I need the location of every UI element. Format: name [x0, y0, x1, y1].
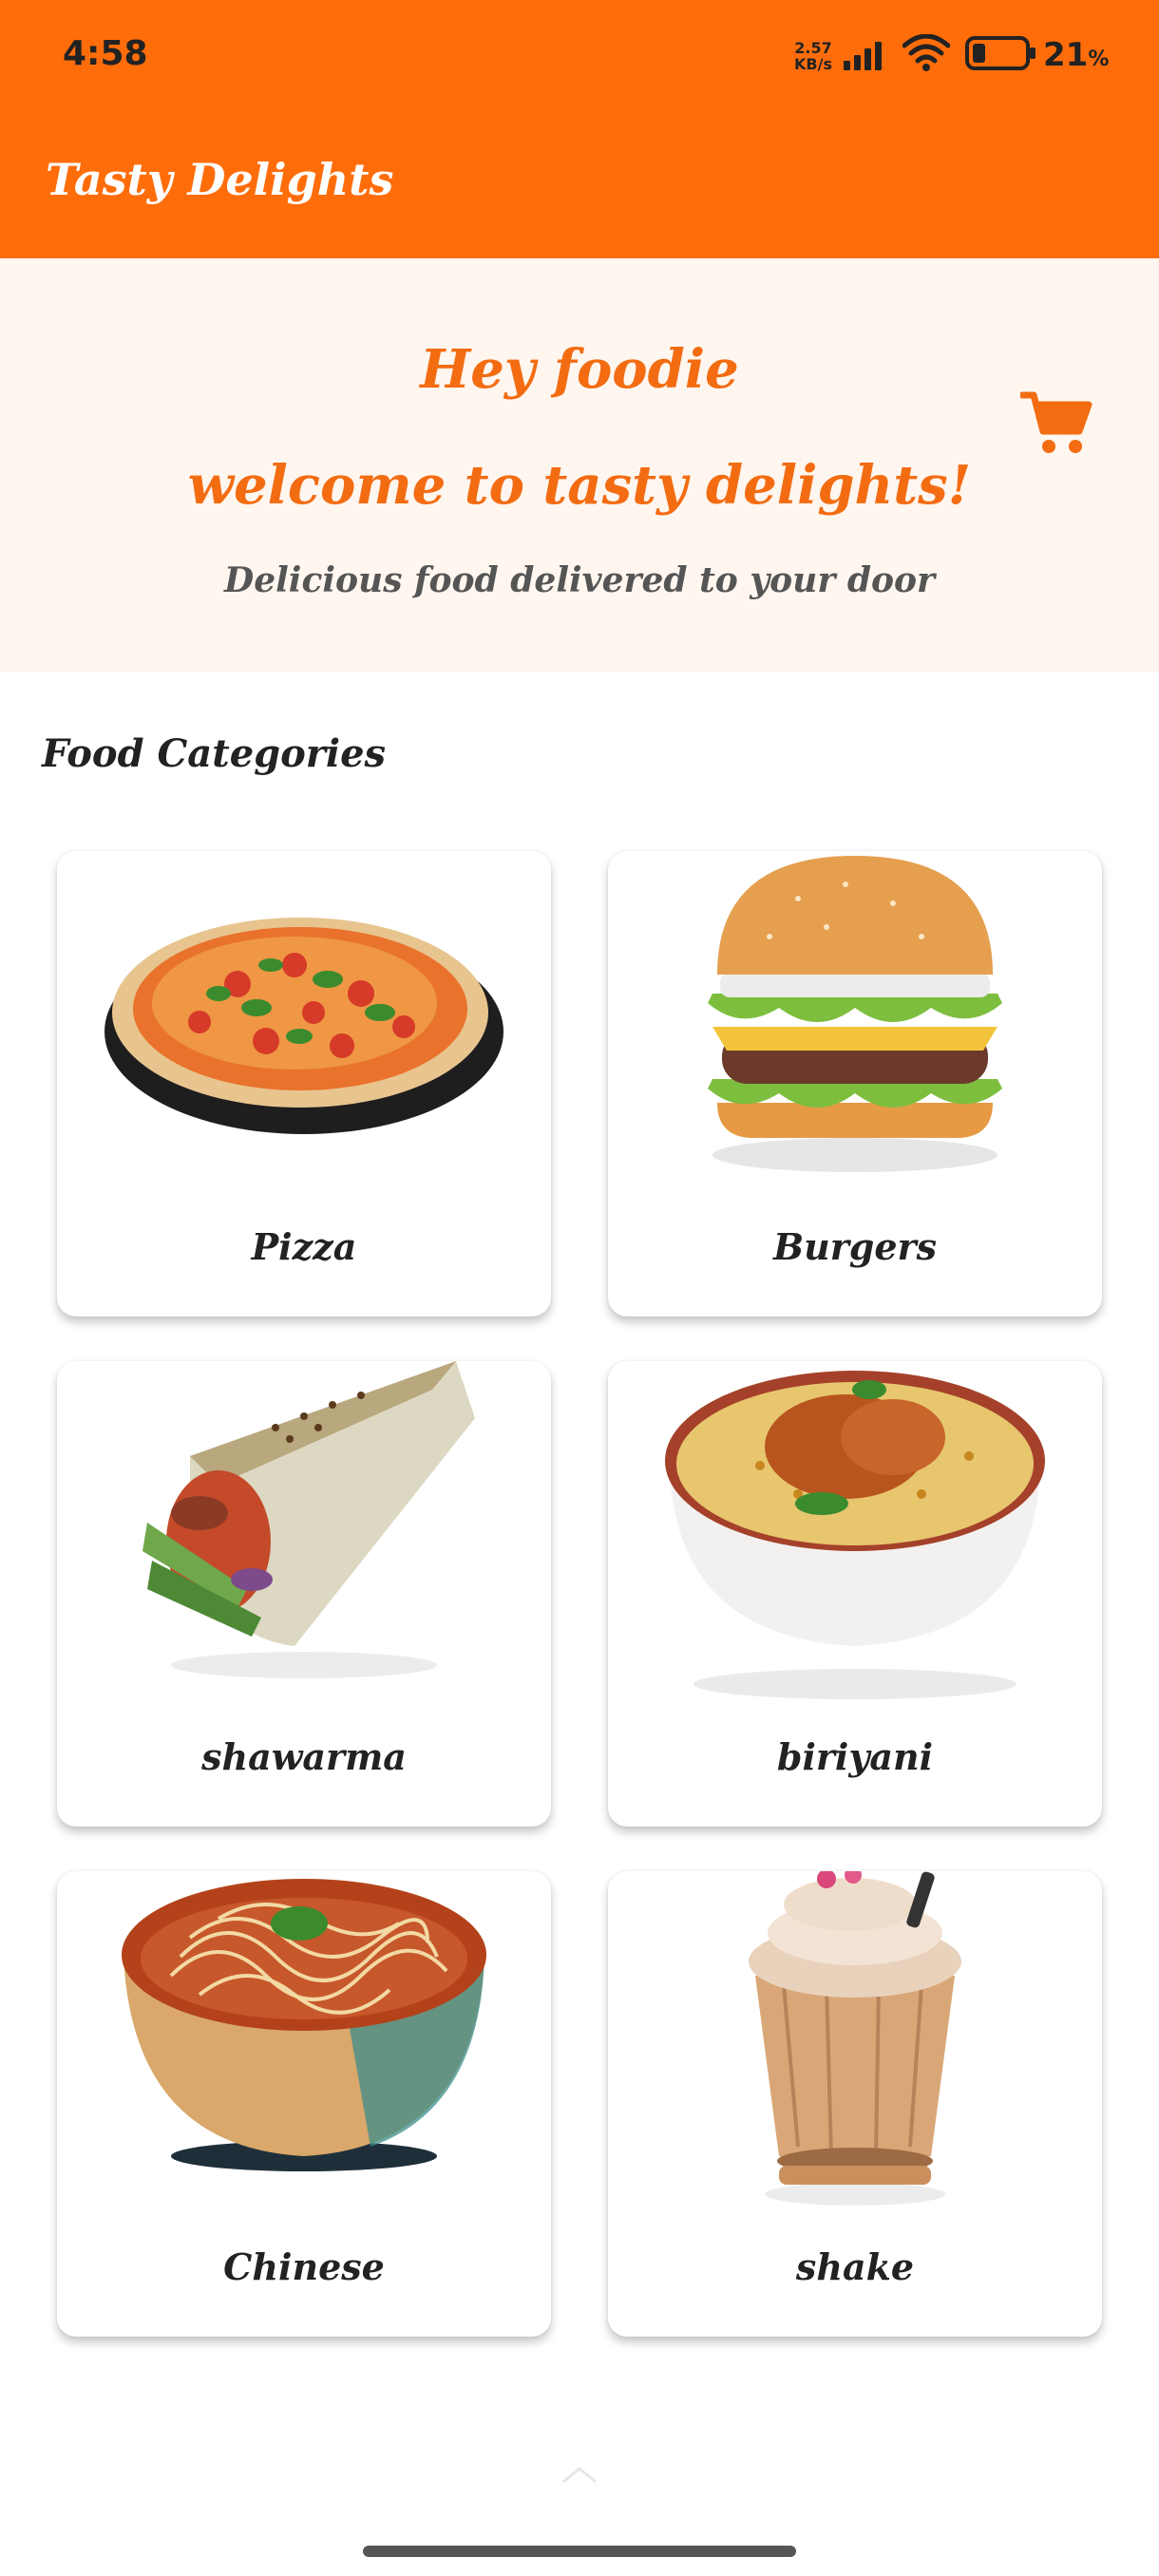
- network-speed-unit: KB/s: [794, 55, 832, 73]
- burger-image: [708, 856, 1002, 1172]
- welcome-banner: Hey foodie welcome to tasty delights! De…: [0, 258, 1159, 672]
- category-card-pizza[interactable]: Pizza: [57, 851, 551, 1316]
- milkshake-image: [749, 1871, 961, 2206]
- network-speed-value: 2.57: [794, 39, 832, 57]
- chevron-up-icon: [562, 2467, 597, 2483]
- category-card-biriyani[interactable]: biriyani: [608, 1361, 1102, 1827]
- category-label: Pizza: [251, 1225, 357, 1268]
- pizza-image: [104, 918, 504, 1134]
- network-speed: 2.57 KB/s: [792, 40, 834, 72]
- category-label: biriyani: [776, 1735, 934, 1778]
- category-card-shake[interactable]: shake: [608, 1871, 1102, 2337]
- battery-icon: [965, 36, 1036, 70]
- greeting-line1: Hey foodie: [420, 338, 739, 401]
- section-title: Food Categories: [42, 731, 387, 776]
- biriyani-image: [665, 1371, 1045, 1699]
- category-card-chinese[interactable]: Chinese: [57, 1871, 551, 2337]
- battery-percent-value: 21: [1043, 36, 1089, 74]
- noodles-image: [122, 1879, 486, 2171]
- app-bar: 4:58 2.57 KB/s 21% Tasty Delights: [0, 0, 1159, 258]
- category-label: shake: [795, 2245, 915, 2288]
- battery-percent-symbol: %: [1088, 47, 1110, 71]
- home-indicator[interactable]: [363, 2546, 796, 2557]
- category-card-burgers[interactable]: Burgers: [608, 851, 1102, 1316]
- cell-signal-icon: [844, 42, 882, 70]
- status-bar: 4:58 2.57 KB/s 21%: [0, 0, 1159, 114]
- category-label: Chinese: [223, 2245, 385, 2288]
- greeting-line2: welcome to tasty delights!: [187, 454, 972, 517]
- shawarma-image: [142, 1361, 475, 1678]
- status-time: 4:58: [63, 34, 148, 73]
- wifi-icon: [902, 34, 950, 71]
- category-label: shawarma: [201, 1735, 407, 1778]
- category-label: Burgers: [773, 1225, 937, 1268]
- tagline: Delicious food delivered to your door: [223, 560, 936, 600]
- battery-percent: 21%: [1043, 36, 1109, 74]
- category-card-shawarma[interactable]: shawarma: [57, 1361, 551, 1827]
- app-title: Tasty Delights: [46, 154, 394, 205]
- shopping-cart-icon[interactable]: [1020, 389, 1092, 456]
